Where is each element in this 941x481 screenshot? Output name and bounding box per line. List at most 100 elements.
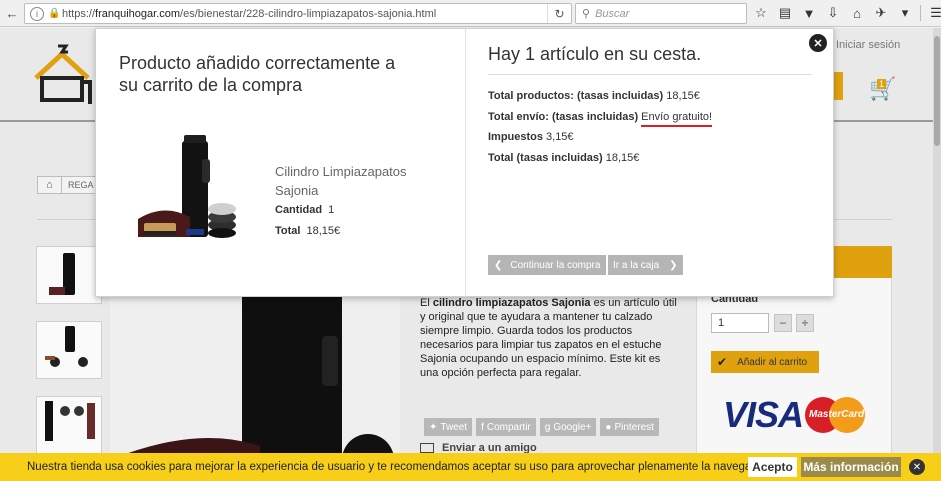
shipping-value: Envío gratuito!	[641, 111, 713, 127]
close-icon: ✕	[813, 37, 823, 50]
continue-shopping-label: Continuar la compra	[510, 259, 601, 271]
product-description: El cilindro limpiazapatos Sajonia es un …	[420, 296, 678, 380]
quantity-input[interactable]: 1	[711, 313, 769, 333]
modal-product-name: Cilindro Limpiazapatos Sajonia	[275, 164, 407, 198]
logo-icon	[34, 44, 92, 104]
home-icon[interactable]: ⌂	[38, 177, 62, 193]
modal-total-value: 18,15€	[306, 225, 341, 237]
product-thumbnail[interactable]	[36, 321, 102, 379]
visa-logo: VISA	[723, 394, 804, 435]
modal-product-section: Producto añadido correctamente a su carr…	[96, 29, 465, 297]
cookie-banner: Nuestra tienda usa cookies para mejorar …	[0, 453, 941, 481]
checkout-label: Ir a la caja	[613, 259, 660, 271]
star-icon[interactable]: ☆	[752, 4, 770, 22]
close-icon[interactable]: ✕	[909, 459, 925, 475]
facebook-share-button[interactable]: f Compartir	[476, 418, 536, 436]
add-to-cart-button[interactable]: ✔ Añadir al carrito	[711, 351, 819, 373]
google-plus-icon: g	[544, 421, 551, 433]
added-to-cart-modal: Producto añadido correctamente a su carr…	[95, 28, 834, 297]
cart-icon[interactable]: 🛒1	[869, 76, 896, 102]
url-prefix: https://	[62, 7, 96, 20]
chevron-left-icon: ❮	[494, 259, 503, 271]
modal-title: Producto añadido correctamente a su carr…	[119, 53, 396, 95]
cart-count: 1	[877, 79, 887, 89]
google-plus-label: Google+	[553, 421, 592, 433]
quantity-plus-button[interactable]: +	[796, 314, 814, 332]
checkout-button[interactable]: Ir a la caja ❯	[608, 255, 683, 275]
close-modal-button[interactable]: ✕	[809, 34, 827, 52]
product-image	[138, 135, 236, 238]
payment-logos: VISA MasterCard	[723, 394, 866, 435]
extension-icon[interactable]: ✈	[872, 4, 890, 22]
modal-cart-summary: Hay 1 artículo en su cesta. ✕ Total prod…	[466, 29, 834, 297]
tweet-label: Tweet	[440, 421, 468, 433]
search-icon: ⚲	[582, 8, 591, 20]
pinterest-icon: ●	[605, 421, 612, 433]
home-icon[interactable]: ⌂	[848, 4, 866, 22]
pinterest-button[interactable]: ● Pinterest	[600, 418, 659, 436]
back-icon[interactable]: ←	[3, 4, 21, 22]
page-scrollbar[interactable]	[933, 28, 941, 481]
mastercard-text: MasterCard	[809, 409, 865, 420]
chevron-down-icon[interactable]: ▾	[896, 4, 914, 22]
lock-icon: 🔒	[48, 8, 61, 19]
modal-total-label: Total	[275, 225, 301, 237]
description-pre: El	[420, 297, 433, 309]
products-total-value: 18,15€	[666, 90, 700, 102]
cart-heading-divider	[488, 74, 812, 75]
share-buttons: ✦ Tweet f Compartir g Google+ ● Pinterest	[424, 418, 659, 436]
breadcrumb: ⌂ REGA	[37, 176, 101, 194]
grand-total-value: 18,15€	[605, 152, 640, 164]
modal-total: Total 18,15€	[275, 225, 340, 237]
browser-toolbar-icons: ☆ ▤ ▼ ⇩ ⌂ ✈ ▾ ☰	[752, 4, 941, 22]
products-total-line: Total productos: (tasas incluidas) 18,15€	[488, 90, 700, 102]
cookie-more-info-button[interactable]: Más información	[801, 457, 901, 477]
mastercard-logo: MasterCard	[805, 397, 866, 433]
grand-total-label: Total (tasas incluidas)	[488, 152, 603, 164]
facebook-label: Compartir	[486, 421, 531, 433]
product-thumbnail[interactable]	[36, 246, 102, 304]
address-bar[interactable]: i 🔒 https://franquihogar.com/es/bienesta…	[24, 3, 572, 24]
tax-line: Impuestos 3,15€	[488, 131, 574, 143]
tax-label: Impuestos	[488, 131, 544, 143]
browser-search-input[interactable]: ⚲ Buscar	[575, 3, 747, 24]
tweet-button[interactable]: ✦ Tweet	[424, 418, 473, 436]
twitter-icon: ✦	[429, 421, 438, 433]
url-path: /es/bienestar/228-cilindro-limpiazapatos…	[180, 7, 437, 20]
modal-quantity-label: Cantidad	[275, 204, 323, 216]
info-icon[interactable]: i	[30, 6, 44, 21]
tax-value: 3,15€	[546, 131, 574, 143]
toolbar-separator	[920, 5, 921, 21]
breadcrumb-item[interactable]: REGA	[62, 177, 100, 193]
menu-icon[interactable]: ☰	[927, 4, 941, 22]
grand-total-line: Total (tasas incluidas) 18,15€	[488, 152, 639, 164]
add-to-cart-label: Añadir al carrito	[737, 356, 808, 368]
download-icon[interactable]: ⇩	[824, 4, 842, 22]
facebook-icon: f	[481, 421, 484, 433]
google-plus-button[interactable]: g Google+	[539, 418, 597, 436]
quantity-minus-button[interactable]: −	[774, 314, 792, 332]
scrollbar-thumb[interactable]	[934, 36, 940, 146]
pinterest-label: Pinterest	[614, 421, 654, 433]
shipping-label: Total envío: (tasas incluidas)	[488, 111, 639, 123]
continue-shopping-button[interactable]: ❮ Continuar la compra	[488, 255, 607, 275]
url-text: https://franquihogar.com/es/bienestar/22…	[62, 8, 436, 20]
browser-toolbar: ← i 🔒 https://franquihogar.com/es/bienes…	[0, 0, 941, 27]
url-domain: franquihogar.com	[95, 7, 181, 20]
cart-heading: Hay 1 artículo en su cesta.	[488, 44, 702, 64]
modal-quantity: Cantidad 1	[275, 204, 334, 216]
check-icon: ✔	[717, 355, 728, 369]
modal-quantity-value: 1	[328, 204, 335, 216]
product-thumbnail[interactable]	[36, 396, 102, 454]
reload-icon[interactable]: ↻	[547, 4, 571, 23]
login-link[interactable]: Iniciar sesión	[836, 39, 900, 51]
envelope-icon	[420, 443, 434, 453]
description-bold: cilindro limpiazapatos Sajonia	[432, 297, 591, 309]
cookie-text: Nuestra tienda usa cookies para mejorar …	[27, 461, 776, 473]
search-placeholder: Buscar	[595, 7, 630, 20]
description-post: es un artículo útil y original que te ay…	[420, 297, 677, 379]
cookie-accept-button[interactable]: Acepto	[748, 457, 797, 477]
products-total-label: Total productos: (tasas incluidas)	[488, 90, 664, 102]
reading-list-icon[interactable]: ▤	[776, 4, 794, 22]
pocket-icon[interactable]: ▼	[800, 4, 818, 22]
